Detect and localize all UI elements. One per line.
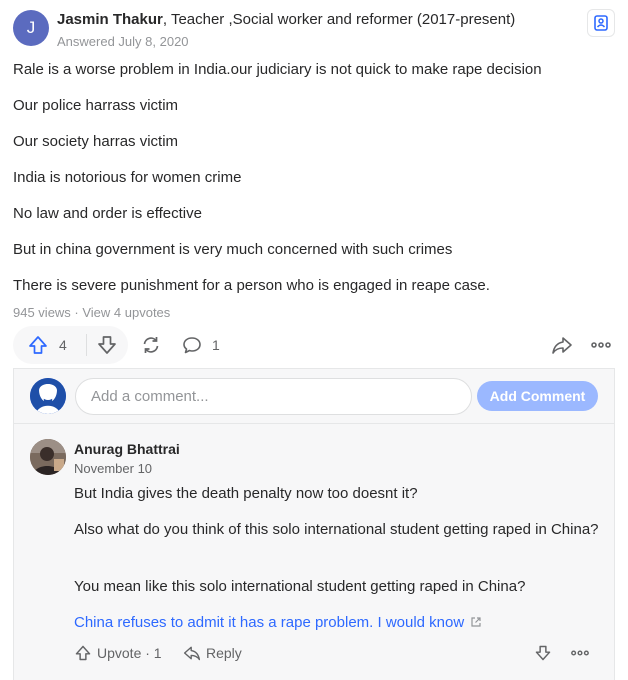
author-avatar[interactable]: J [13,10,49,46]
vote-pill: 4 [13,326,128,364]
answer-paragraph: India is notorious for women crime [13,169,242,186]
answer-paragraph: Rale is a worse problem in India.our jud… [13,61,542,78]
upvote-count: 4 [59,337,67,353]
views-and-upvotes[interactable]: 945 views · View 4 upvotes [13,305,170,320]
comment-input[interactable] [75,378,472,415]
comment-more-options-button[interactable] [570,640,595,666]
answer-paragraph: Our society harras victim [13,133,179,150]
more-dots-icon [591,342,611,348]
share-button[interactable] [551,326,573,364]
comment-paragraph: You mean like this solo international st… [74,578,526,595]
author-credential: , Teacher ,Social worker and reformer (2… [162,11,516,28]
answer-header: J Jasmin Thakur, Teacher ,Social worker … [13,7,615,51]
downvote-arrow-icon [98,336,116,354]
bookmark-user-icon [594,15,608,31]
comment-count: 1 [212,337,220,353]
answer-paragraph: No law and order is effective [13,205,202,222]
bookmark-button[interactable] [587,9,615,37]
add-comment-button[interactable]: Add Comment [477,381,598,411]
commenter-name[interactable]: Anurag Bhattrai [74,441,180,457]
external-link-icon [471,617,481,627]
comment-date: November 10 [74,461,153,476]
more-options-button[interactable] [590,326,612,364]
answer-action-bar: 4 1 [13,326,615,364]
author-name[interactable]: Jasmin Thakur [57,11,163,28]
comment-link[interactable]: China refuses to admit it has a rape pro… [74,612,600,633]
comments-section: Add Comment Anurag Bhattrai November 10 … [13,368,615,680]
comment-body: But India gives the death penalty now to… [74,483,600,633]
current-user-avatar[interactable] [30,378,66,414]
comment-button[interactable]: 1 [181,326,220,364]
reply-label: Reply [206,645,242,661]
commenter-avatar[interactable] [30,439,66,475]
comment-action-bar: Upvote · 1 Reply [74,640,600,666]
comment-bubble-icon [183,337,201,354]
comment-upvote-button[interactable]: Upvote · 1 [74,640,162,666]
downvote-button[interactable] [87,326,127,364]
upvote-arrow-icon [29,336,47,354]
share-arrow-icon [552,337,572,354]
upvote-arrow-icon [75,645,91,661]
add-comment-row: Add Comment [14,369,614,424]
answer-paragraph: Our police harrass victim [13,97,179,114]
answer-paragraph: But in china government is very much con… [13,241,453,258]
upvote-button[interactable]: 4 [13,326,86,364]
comment-link-text[interactable]: China refuses to admit it has a rape pro… [74,614,464,631]
author-line: Jasmin Thakur, Teacher ,Social worker an… [57,11,515,28]
reply-button[interactable]: Reply [183,640,242,666]
comment-paragraph: But India gives the death penalty now to… [74,485,418,502]
reply-arrow-icon [183,646,201,661]
reshare-icon [143,337,159,353]
answered-date[interactable]: Answered July 8, 2020 [57,34,189,49]
downvote-arrow-icon [535,645,551,661]
more-dots-icon [571,650,589,656]
share-reshare-button[interactable] [140,326,162,364]
user-silhouette-icon [30,378,66,414]
commenter-photo [30,439,66,475]
answer-body: Rale is a worse problem in India.our jud… [13,60,613,312]
comment-paragraph: Also what do you think of this solo inte… [74,521,599,538]
comment-downvote-button[interactable] [534,640,557,666]
comment-upvote-label: Upvote · 1 [97,645,162,661]
